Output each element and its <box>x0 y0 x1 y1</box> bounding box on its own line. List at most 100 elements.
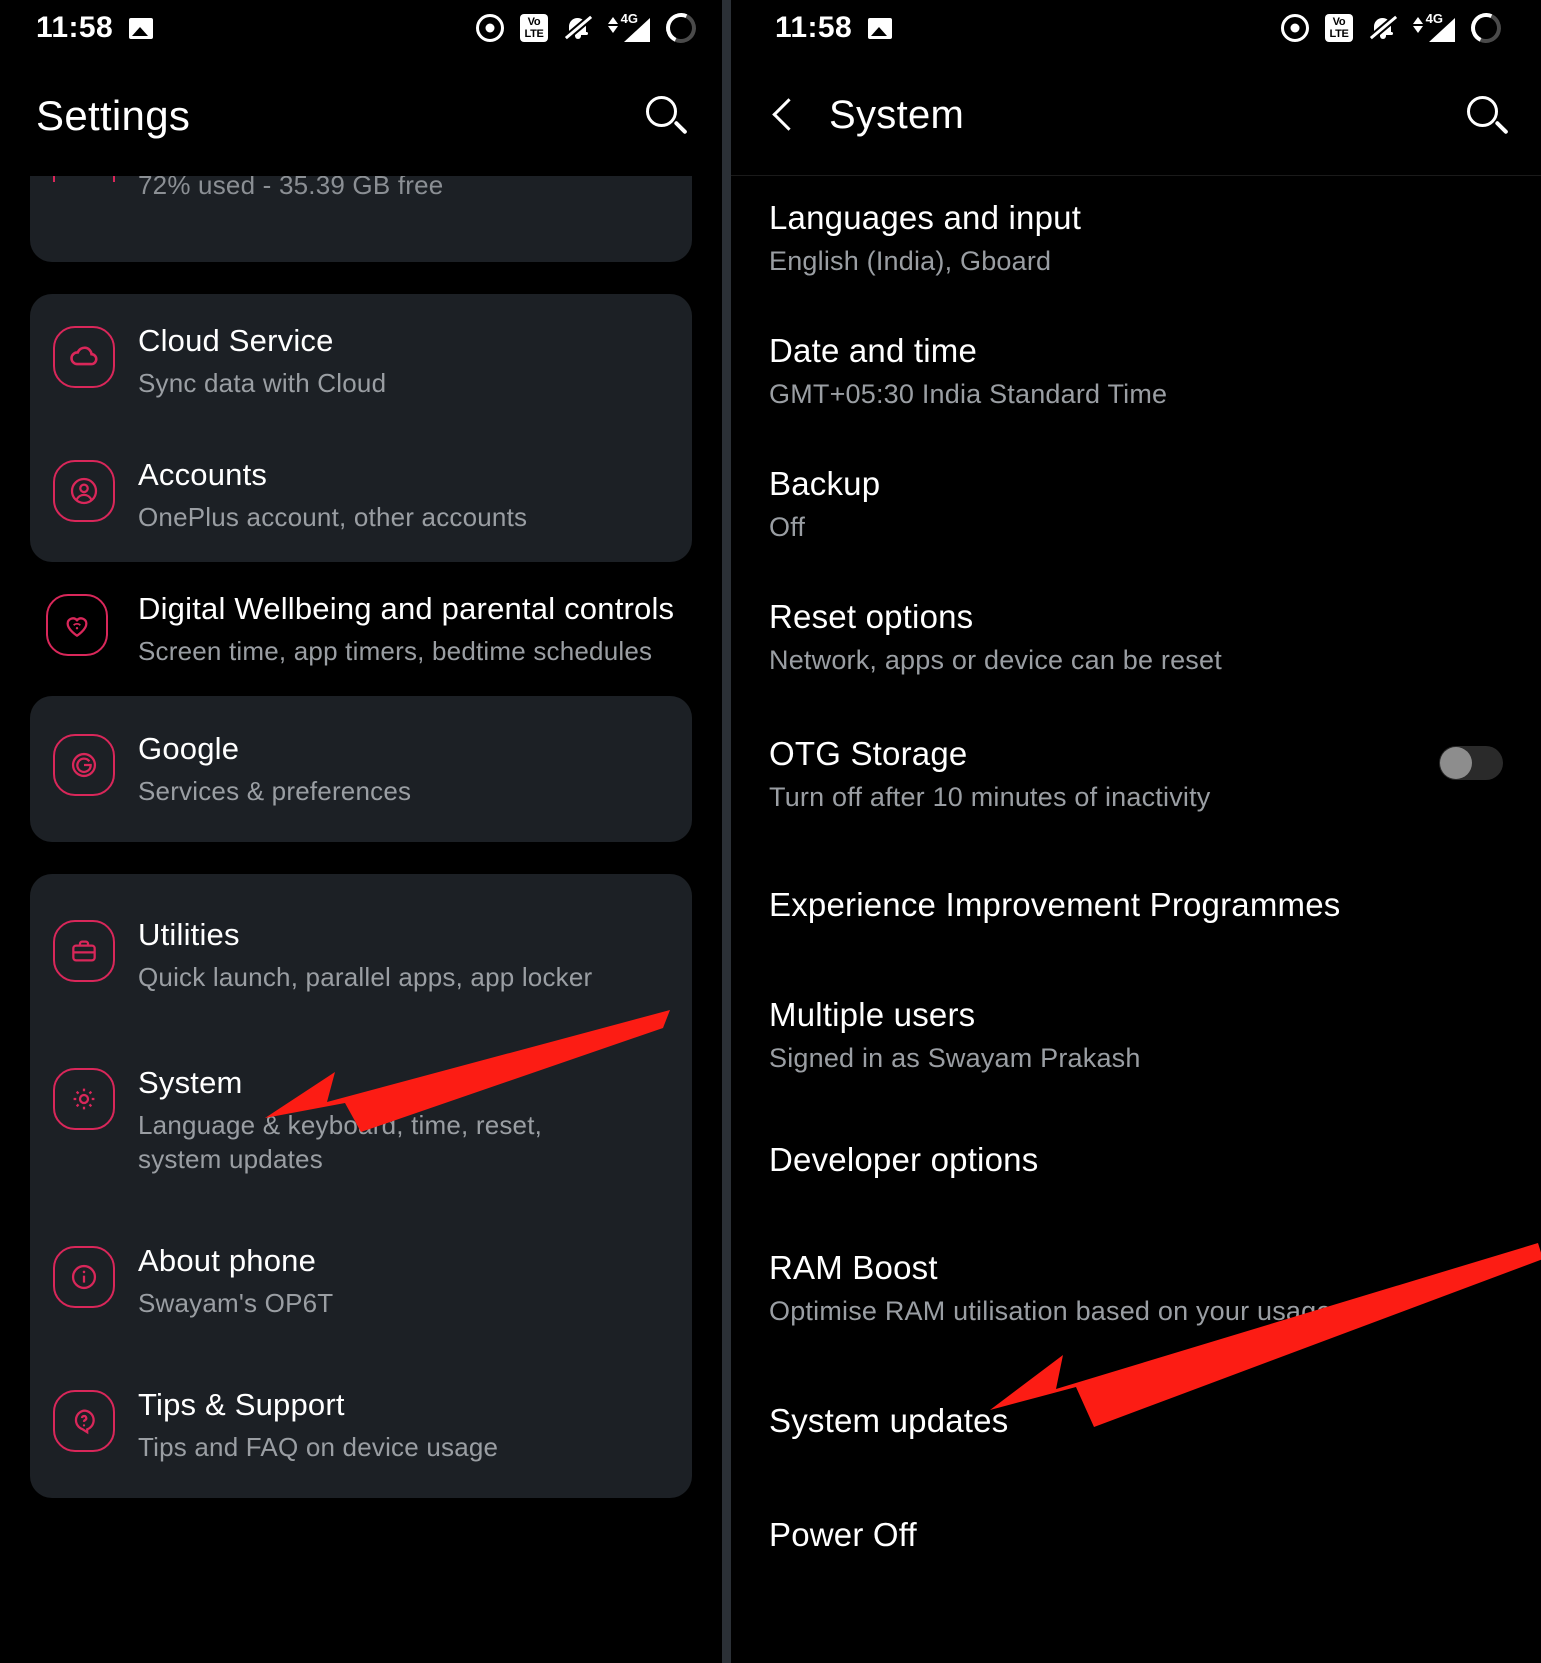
status-bar-time: 11:58 <box>36 11 114 44</box>
about-phone-subtitle: Swayam's OP6T <box>138 1288 334 1318</box>
sidebar-item-digital-wellbeing[interactable]: Digital Wellbeing and parental controls … <box>30 562 692 696</box>
google-card[interactable]: Google Services & preferences <box>30 696 692 842</box>
system-header: System <box>731 56 1541 176</box>
nfc-icon <box>1281 14 1309 42</box>
tips-support-title: Tips & Support <box>138 1387 345 1422</box>
signal-4g-icon: 4G <box>608 11 650 42</box>
page-title: Settings <box>36 92 191 139</box>
battery-icon <box>661 8 701 48</box>
question-icon <box>53 1390 115 1452</box>
sidebar-item-accounts[interactable]: Accounts OnePlus account, other accounts <box>30 428 692 562</box>
notifications-muted-icon <box>1369 14 1398 42</box>
list-item-ram-boost[interactable]: RAM Boost Optimise RAM utilisation based… <box>769 1206 1541 1355</box>
storage-icon-wrap <box>30 176 138 182</box>
sidebar-item-utilities[interactable]: Utilities Quick launch, parallel apps, a… <box>30 888 692 1022</box>
search-icon[interactable] <box>646 96 688 136</box>
system-title: System <box>138 1065 243 1100</box>
multiple-users-subtitle: Signed in as Swayam Prakash <box>769 1043 1141 1073</box>
signal-4g-icon: 4G <box>1413 11 1455 42</box>
info-icon-wrap <box>30 1242 138 1308</box>
system-card[interactable]: Utilities Quick launch, parallel apps, a… <box>30 874 692 1498</box>
status-bar: 11:58 Vo LTE 4G <box>0 0 722 56</box>
image-icon <box>868 17 893 39</box>
toggle-knob <box>1440 747 1472 779</box>
list-item-backup[interactable]: Backup Off <box>769 438 1541 571</box>
list-item-languages-and-input[interactable]: Languages and input English (India), Gbo… <box>769 176 1541 305</box>
system-settings-list[interactable]: Languages and input English (India), Gbo… <box>731 176 1541 1663</box>
status-bar-left-icons-right <box>868 17 893 39</box>
languages-title: Languages and input <box>769 199 1082 236</box>
accounts-title: Accounts <box>138 457 268 492</box>
backup-title: Backup <box>769 465 881 502</box>
cloud-service-subtitle: Sync data with Cloud <box>138 368 387 398</box>
otg-storage-toggle[interactable] <box>1439 746 1503 780</box>
ram-boost-subtitle: Optimise RAM utilisation based on your u… <box>769 1296 1332 1326</box>
list-item-date-and-time[interactable]: Date and time GMT+05:30 India Standard T… <box>769 305 1541 438</box>
otg-storage-subtitle: Turn off after 10 minutes of inactivity <box>769 782 1211 812</box>
experience-improvement-title: Experience Improvement Programmes <box>769 886 1341 923</box>
status-bar-right-icons: Vo LTE 4G <box>476 8 701 48</box>
power-off-title: Power Off <box>769 1516 917 1553</box>
panel-divider <box>722 0 731 1663</box>
status-bar-left-icons <box>129 17 154 39</box>
volte-bottom-label: LTE <box>1329 28 1349 40</box>
storage-icon <box>53 176 115 182</box>
search-icon[interactable] <box>1467 95 1509 136</box>
briefcase-icon-wrap <box>30 916 138 982</box>
list-item-reset-options[interactable]: Reset options Network, apps or device ca… <box>769 571 1541 704</box>
google-icon <box>53 734 115 796</box>
sidebar-item-google[interactable]: Google Services & preferences <box>30 696 692 842</box>
google-subtitle: Services & preferences <box>138 776 412 806</box>
status-bar-right: 11:58 Vo LTE 4G <box>731 0 1541 56</box>
sidebar-item-tips-support[interactable]: Tips & Support Tips and FAQ on device us… <box>30 1348 692 1464</box>
about-phone-title: About phone <box>138 1243 317 1278</box>
sidebar-item-cloud-service[interactable]: Cloud Service Sync data with Cloud <box>30 294 692 428</box>
list-item-experience-improvement[interactable]: Experience Improvement Programmes <box>769 841 1541 951</box>
sidebar-item-about-phone[interactable]: About phone Swayam's OP6T <box>30 1204 692 1348</box>
list-item-developer-options[interactable]: Developer options <box>769 1102 1541 1206</box>
digital-wellbeing-title: Digital Wellbeing and parental controls <box>138 591 675 626</box>
reset-options-subtitle: Network, apps or device can be reset <box>769 645 1222 675</box>
list-item-power-off[interactable]: Power Off <box>769 1467 1541 1581</box>
info-icon <box>53 1246 115 1308</box>
back-arrow-icon[interactable] <box>761 94 805 138</box>
developer-options-title: Developer options <box>769 1141 1039 1178</box>
cloud-icon-wrap <box>30 322 138 388</box>
heart-icon-wrap <box>38 590 138 656</box>
ram-boost-title: RAM Boost <box>769 1249 938 1286</box>
backup-subtitle: Off <box>769 512 806 542</box>
account-icon-wrap <box>30 456 138 522</box>
heart-icon <box>46 594 108 656</box>
cloud-icon <box>53 326 115 388</box>
nfc-icon <box>476 14 504 42</box>
google-title: Google <box>138 731 240 766</box>
settings-screen: 11:58 Vo LTE 4G Settings 72% used - 35.3… <box>0 0 722 1663</box>
utilities-subtitle: Quick launch, parallel apps, app locker <box>138 962 593 992</box>
list-item-multiple-users[interactable]: Multiple users Signed in as Swayam Praka… <box>769 951 1541 1102</box>
image-icon <box>129 17 154 39</box>
system-updates-title: System updates <box>769 1402 1009 1439</box>
notifications-muted-icon <box>564 14 593 42</box>
date-time-title: Date and time <box>769 332 978 369</box>
storage-card-partial[interactable]: 72% used - 35.39 GB free <box>30 176 692 262</box>
digital-wellbeing-subtitle: Screen time, app timers, bedtime schedul… <box>138 636 653 666</box>
multiple-users-title: Multiple users <box>769 996 976 1033</box>
system-page-title: System <box>829 93 965 137</box>
question-icon-wrap <box>30 1386 138 1452</box>
sidebar-item-system[interactable]: System Language & keyboard, time, reset,… <box>30 1022 692 1204</box>
volte-bottom-label: LTE <box>524 28 544 40</box>
settings-header: Settings <box>0 56 722 176</box>
list-item-system-updates[interactable]: System updates <box>769 1355 1541 1467</box>
languages-subtitle: English (India), Gboard <box>769 246 1052 276</box>
accounts-subtitle: OnePlus account, other accounts <box>138 502 528 532</box>
list-item-otg-storage[interactable]: OTG Storage Turn off after 10 minutes of… <box>769 704 1541 841</box>
cloud-service-title: Cloud Service <box>138 323 334 358</box>
google-icon-wrap <box>30 730 138 796</box>
status-bar-time-right: 11:58 <box>775 11 853 44</box>
briefcase-icon <box>53 920 115 982</box>
volte-top-label: Vo <box>1332 16 1346 28</box>
accounts-card[interactable]: Cloud Service Sync data with Cloud Accou… <box>30 294 692 562</box>
status-bar-right-icons-right: Vo LTE 4G <box>1281 8 1506 48</box>
settings-list[interactable]: 72% used - 35.39 GB free Cloud Service S… <box>0 176 722 1663</box>
